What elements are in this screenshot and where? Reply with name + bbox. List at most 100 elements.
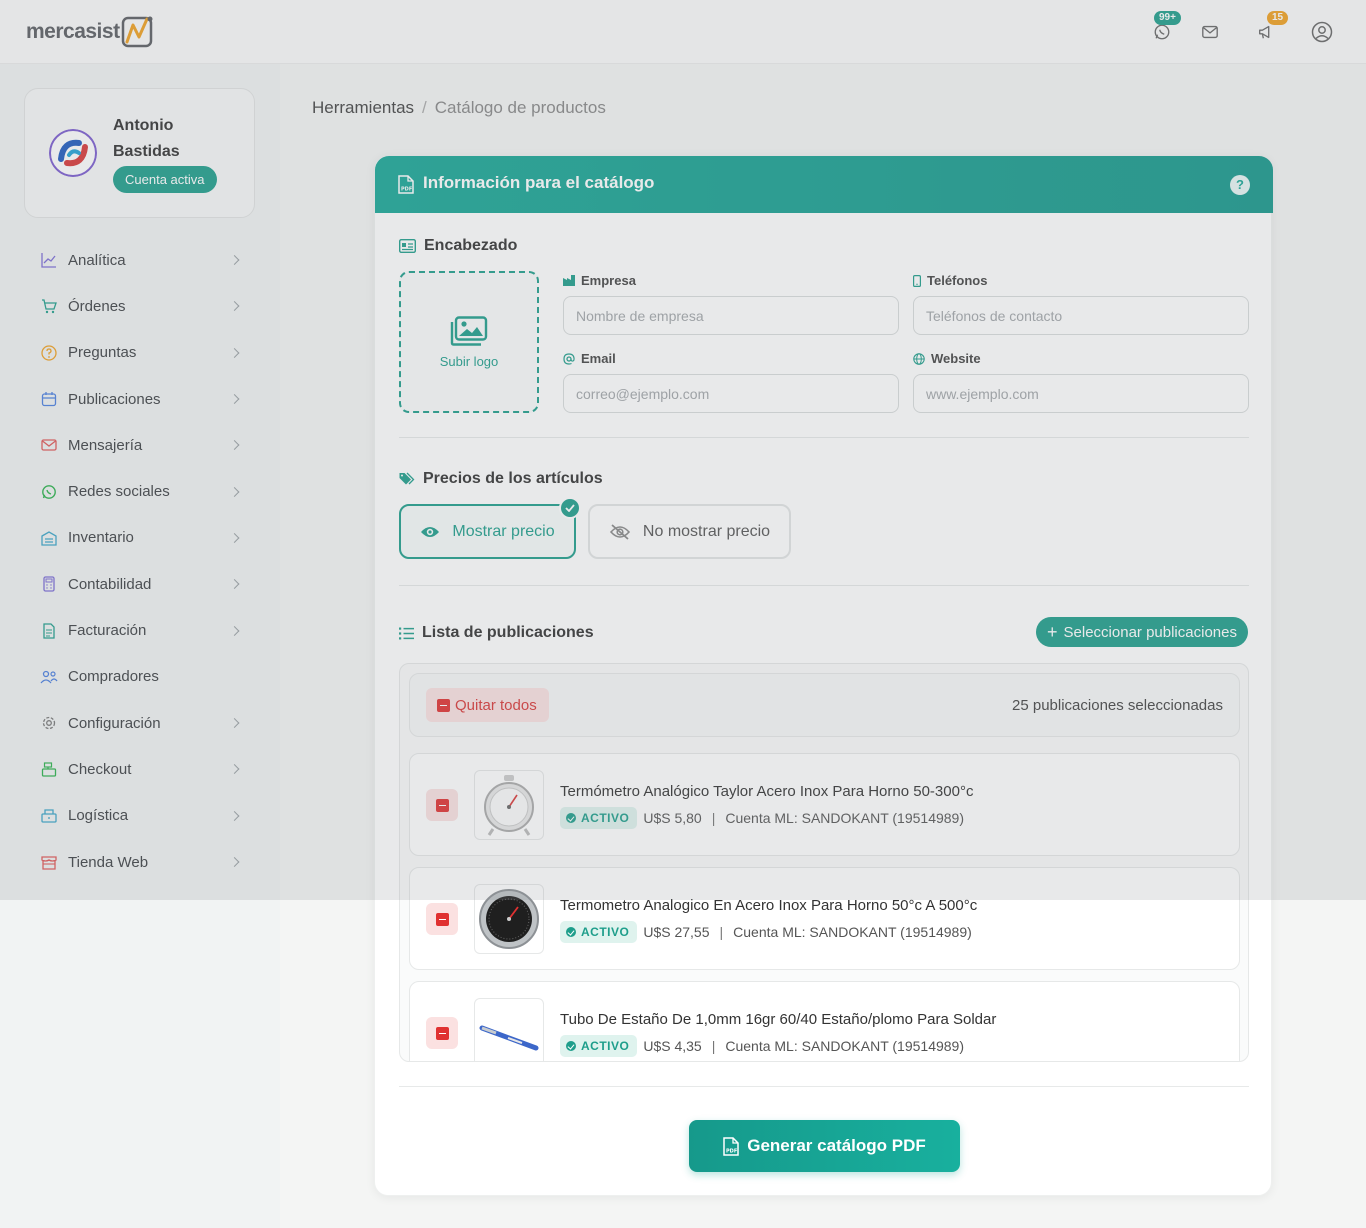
sidebar-item-compradores[interactable]: Compradores [28, 654, 250, 700]
email-input[interactable] [563, 374, 899, 413]
brand-logo[interactable]: mercasist [26, 14, 155, 50]
item-account: Cuenta ML: SANDOKANT (19514989) [725, 810, 964, 826]
calendar-icon [40, 390, 58, 408]
item-price: U$S 27,55 [643, 924, 710, 940]
account-button[interactable] [1310, 20, 1334, 44]
mail-button[interactable] [1198, 20, 1222, 44]
mail-icon [1202, 25, 1218, 39]
status-text: ACTIVO [581, 925, 630, 939]
minus-square-icon [435, 1026, 449, 1040]
telefonos-input[interactable] [913, 296, 1249, 335]
remove-item-button[interactable] [426, 789, 458, 821]
whatsapp-button[interactable]: 99+ [1150, 11, 1181, 44]
generate-pdf-button[interactable]: PDF Generar catálogo PDF [689, 1120, 960, 1172]
item-account: Cuenta ML: SANDOKANT (19514989) [725, 1038, 964, 1054]
tags-icon [399, 472, 415, 485]
status-badge: ACTIVO [560, 921, 638, 943]
item-price: U$S 4,35 [643, 1038, 702, 1054]
sidebar-item-logistica[interactable]: Logística [28, 793, 250, 839]
sidebar-item-ordenes[interactable]: Órdenes [28, 283, 250, 329]
item-title: Termometro Analogico En Acero Inox Para … [560, 897, 978, 914]
breadcrumb-root[interactable]: Herramientas [312, 98, 414, 117]
sidebar-nav: Analítica Órdenes Preguntas Publicacione… [28, 237, 250, 885]
whatsapp-icon [1154, 24, 1170, 40]
field-label-text: Empresa [581, 273, 636, 288]
sidebar-item-checkout[interactable]: Checkout [28, 746, 250, 792]
gear-icon [40, 714, 58, 732]
list-item: Termómetro Analógico Taylor Acero Inox P… [409, 753, 1240, 856]
sidebar-item-label: Checkout [68, 760, 132, 778]
field-label-text: Email [581, 351, 616, 366]
empresa-label: Empresa [563, 273, 636, 288]
users-icon [40, 668, 58, 686]
cart-icon [40, 297, 58, 315]
help-button[interactable]: ? [1230, 175, 1250, 195]
show-price-option[interactable]: Mostrar precio [399, 504, 576, 559]
status-text: ACTIVO [581, 811, 630, 825]
remove-item-button[interactable] [426, 1017, 458, 1049]
mail-icon [40, 436, 58, 454]
chevron-right-icon [229, 718, 240, 729]
product-thumbnail [474, 998, 544, 1061]
chart-line-icon [40, 251, 58, 269]
item-meta: ACTIVO U$S 4,35 | Cuenta ML: SANDOKANT (… [560, 1034, 964, 1058]
meta-separator: | [711, 810, 716, 826]
section-title-text: Encabezado [424, 237, 518, 254]
sidebar-item-publicaciones[interactable]: Publicaciones [28, 376, 250, 422]
status-badge: ACTIVO [560, 1035, 638, 1057]
telefonos-label: Teléfonos [913, 273, 987, 288]
minus-square-icon [435, 798, 449, 812]
item-title: Tubo De Estaño De 1,0mm 16gr 60/40 Estañ… [560, 1011, 997, 1028]
chevron-right-icon [229, 857, 240, 867]
hide-price-label: No mostrar precio [642, 522, 771, 540]
breadcrumb-current: Catálogo de productos [434, 98, 606, 117]
invoice-icon [40, 622, 58, 640]
sidebar-item-inventario[interactable]: Inventario [28, 515, 250, 561]
sidebar-item-redes-sociales[interactable]: Redes sociales [28, 468, 250, 514]
generate-pdf-label: Generar catálogo PDF [747, 1136, 926, 1155]
divider [399, 1086, 1249, 1087]
sidebar-item-configuracion[interactable]: Configuración [28, 700, 250, 746]
chevron-right-icon [229, 255, 240, 266]
pdf-file-icon: PDF [398, 175, 414, 194]
thermometer-dial-image [479, 889, 539, 949]
product-thumbnail [474, 770, 544, 840]
chevron-right-icon [229, 810, 240, 821]
sidebar-item-facturacion[interactable]: Facturación [28, 607, 250, 653]
sidebar-item-label: Facturación [68, 622, 147, 640]
avatar[interactable] [49, 129, 97, 177]
chevron-right-icon [229, 486, 240, 497]
account-status-badge: Cuenta activa [113, 166, 217, 193]
user-circle-icon [1311, 21, 1333, 43]
minus-square-icon [437, 698, 450, 712]
empresa-input[interactable] [563, 296, 899, 335]
item-price: U$S 5,80 [643, 810, 702, 826]
section-lista: Lista de publicaciones [399, 624, 594, 642]
notifications-button[interactable]: 15 [1254, 11, 1289, 44]
chevron-right-icon [229, 394, 240, 404]
selected-count: 25 publicaciones seleccionadas [1012, 697, 1223, 714]
remove-item-button[interactable] [426, 903, 458, 935]
chevron-right-icon [229, 347, 240, 358]
select-publications-label: Seleccionar publicaciones [1063, 623, 1237, 641]
sidebar-item-tienda-web[interactable]: Tienda Web [28, 839, 250, 885]
hide-price-option[interactable]: No mostrar precio [588, 504, 791, 559]
selected-check-icon [559, 497, 581, 519]
list-icon [399, 627, 414, 639]
whatsapp-badge: 99+ [1154, 11, 1181, 25]
sidebar-item-mensajeria[interactable]: Mensajería [28, 422, 250, 468]
sidebar-item-label: Logística [68, 807, 129, 825]
mobile-phone-icon [913, 274, 921, 287]
publications-list[interactable]: Quitar todos 25 publicaciones selecciona… [399, 663, 1249, 1062]
remove-all-button[interactable]: Quitar todos [426, 688, 549, 722]
sidebar-item-label: Publicaciones [68, 390, 161, 408]
select-publications-button[interactable]: + Seleccionar publicaciones [1036, 617, 1248, 647]
sidebar-item-contabilidad[interactable]: Contabilidad [28, 561, 250, 607]
sidebar-item-label: Preguntas [68, 344, 137, 362]
upload-logo-button[interactable]: Subir logo [399, 271, 539, 413]
sidebar-item-analitica[interactable]: Analítica [28, 237, 250, 283]
sidebar: Antonio Bastidas Cuenta activa Analítica… [0, 64, 280, 1228]
thermometer-dial-image [484, 775, 534, 836]
sidebar-item-preguntas[interactable]: Preguntas [28, 330, 250, 376]
website-input[interactable] [913, 374, 1249, 413]
